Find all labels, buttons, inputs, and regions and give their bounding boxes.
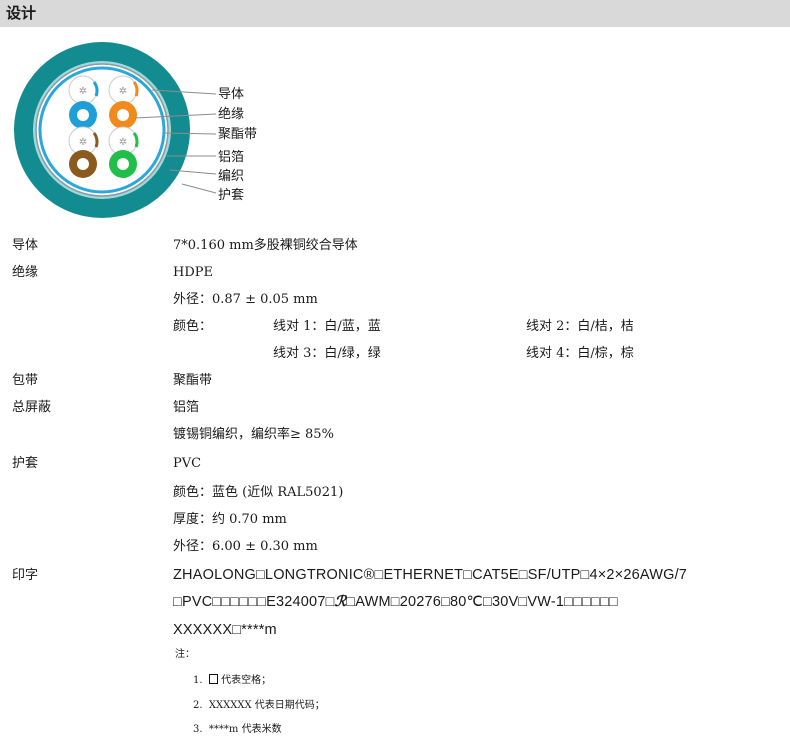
- note-2: 2. XXXXXX 代表日期代码；: [193, 700, 325, 711]
- note-1: 1. 代表空格；: [193, 674, 272, 686]
- jacket-label: 护套: [12, 456, 39, 471]
- jacket-od: 外径：6.00 ± 0.30 mm: [173, 539, 318, 554]
- pair-4: 线对 4：白/棕，棕: [526, 346, 634, 361]
- shield-foil: 铝箔: [173, 400, 200, 415]
- svg-text:✲: ✲: [119, 137, 127, 148]
- pair-2: 线对 2：白/桔，桔: [526, 319, 634, 334]
- marking-line-2a: □PVC□□□□□□E324007□: [173, 594, 335, 610]
- callout-foil: 铝箔: [218, 149, 244, 165]
- callout-labels: 导体 绝缘 聚酯带 铝箔 编织 护套: [218, 87, 257, 203]
- callout-insulation: 绝缘: [218, 106, 244, 122]
- svg-text:✲: ✲: [79, 86, 87, 97]
- marking-line-2b: □AWM□20276□80℃□30V□VW-1□□□□□□: [346, 594, 618, 610]
- space-square-icon: [208, 674, 218, 684]
- insulation-od: 外径：0.87 ± 0.05 mm: [173, 292, 318, 307]
- wrap-label: 包带: [12, 373, 39, 388]
- notes-title: 注：: [175, 649, 195, 660]
- insulation-material: HDPE: [173, 265, 213, 280]
- insulation-label: 绝缘: [12, 265, 39, 280]
- jacket-thickness: 厚度：约 0.70 mm: [173, 512, 287, 527]
- marking-line-1: ZHAOLONG□LONGTRONIC®□ETHERNET□CAT5E□SF/U…: [173, 567, 688, 583]
- shield-label: 总屏蔽: [12, 400, 52, 415]
- callout-conductor: 导体: [218, 87, 244, 102]
- callout-jacket: 护套: [218, 187, 244, 203]
- marking-line-3: XXXXXX□****m: [173, 622, 277, 638]
- callout-polyester-tape: 聚酯带: [218, 127, 257, 142]
- svg-text:✲: ✲: [79, 137, 87, 148]
- marking-label: 印字: [12, 568, 39, 583]
- conductor-value: 7*0.160 mm多股裸铜绞合导体: [173, 238, 358, 253]
- conductor-label: 导体: [12, 238, 39, 253]
- jacket-material: PVC: [173, 456, 202, 471]
- note-3: 3. ****m 代表米数: [193, 724, 282, 735]
- callout-braid: 编织: [218, 169, 244, 184]
- cable-cross-section-diagram: ✲ ✲ ✲ ✲ 导体 绝缘 聚酯带 铝箔 编织 护套: [14, 42, 257, 218]
- svg-text:✲: ✲: [119, 86, 127, 97]
- section-header: 设计: [0, 0, 790, 27]
- wrap-value: 聚酯带: [173, 373, 213, 388]
- pair-1: 线对 1：白/蓝，蓝: [273, 319, 381, 334]
- pair-3: 线对 3：白/绿，绿: [273, 346, 381, 361]
- ul-logo-icon: ℛ: [334, 594, 347, 610]
- insulation-color-label: 颜色：: [173, 319, 213, 334]
- jacket-color: 颜色：蓝色 (近似 RAL5021): [173, 485, 344, 500]
- shield-braid: 镀锡铜编织，编织率≥ 85%: [173, 427, 334, 442]
- tape-ring: [38, 66, 166, 194]
- cable-rings: [14, 42, 190, 218]
- marking-line-2: □PVC□□□□□□E324007□ℛ□AWM□20276□80℃□30V□VW…: [173, 593, 618, 611]
